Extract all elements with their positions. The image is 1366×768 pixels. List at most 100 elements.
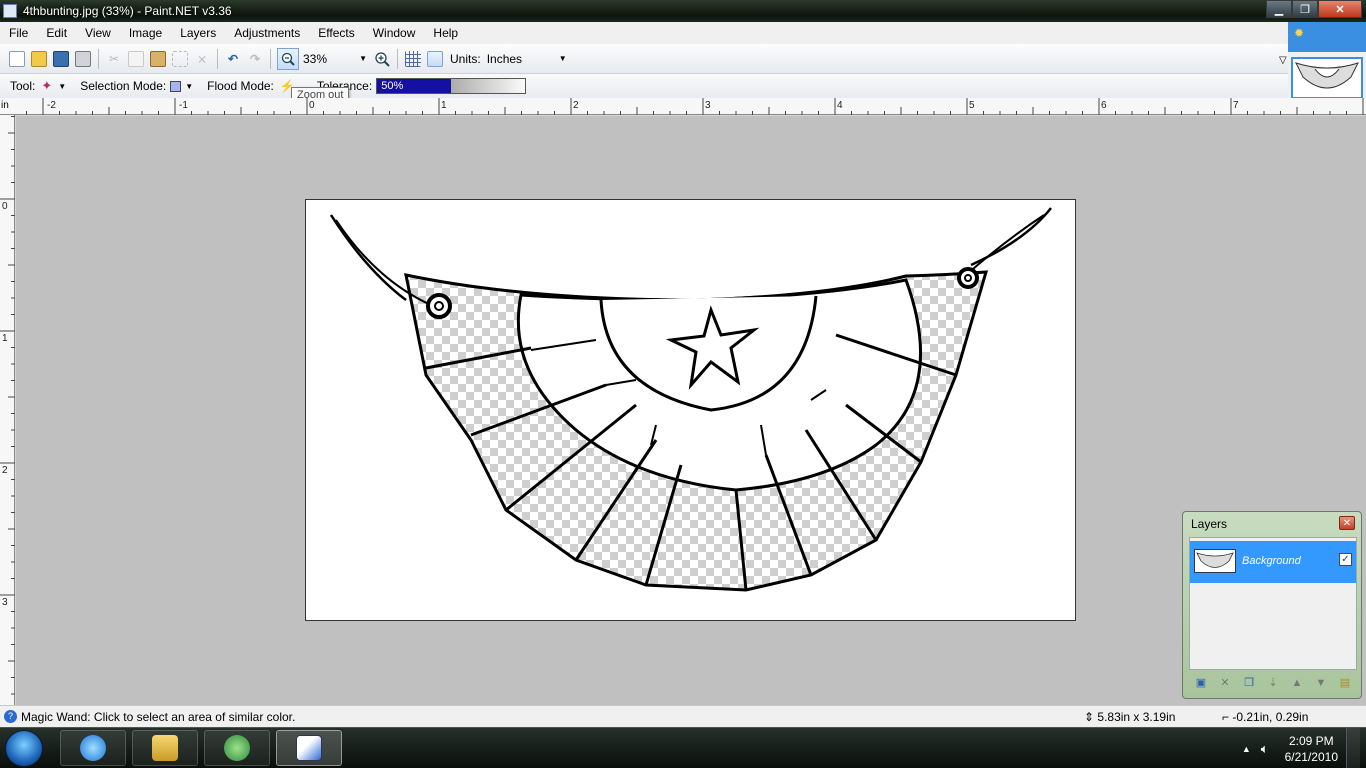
ruler-label: 3 (705, 100, 711, 111)
filter-icon[interactable]: ▽ (1279, 55, 1287, 66)
ruler-label: 2 (573, 100, 579, 111)
move-layer-down-icon[interactable]: ▼ (1314, 676, 1328, 690)
units-value: Inches (486, 51, 523, 66)
start-button[interactable] (5, 730, 43, 767)
zoom-in-icon[interactable] (374, 51, 390, 67)
units-label: Units: (450, 51, 481, 66)
units-combo[interactable]: Inches ▼ (481, 49, 571, 69)
close-button[interactable]: ✕ (1318, 0, 1362, 18)
chevron-down-icon: ▼ (359, 54, 367, 63)
add-layer-icon[interactable]: ▣ (1194, 676, 1208, 690)
menu-bar: File Edit View Image Layers Adjustments … (0, 22, 1288, 44)
rulers-icon[interactable] (427, 50, 443, 67)
image-size-icon: ⇕ (1084, 710, 1098, 724)
show-hidden-icons-icon[interactable]: ▲ (1242, 744, 1251, 754)
cursor-position-readout: ⌐ -0.21in, 0.29in (1222, 710, 1308, 724)
layer-visibility-checkbox[interactable]: ✓ (1339, 553, 1352, 566)
close-icon[interactable]: ✕ (1339, 516, 1355, 530)
save-icon[interactable] (53, 50, 69, 67)
zoom-combo[interactable]: 33% ▼ (299, 49, 371, 69)
magic-wand-icon[interactable]: ✦ (41, 78, 52, 94)
cursor-position-icon: ⌐ (1222, 710, 1233, 724)
volume-icon[interactable]: 🔈︎ (1261, 741, 1269, 757)
zoom-out-button[interactable] (277, 47, 299, 70)
window-controls: ▁ ❐ ✕ (1266, 0, 1362, 18)
layer-properties-icon[interactable]: ▤ (1338, 676, 1352, 690)
move-layer-up-icon[interactable]: ▲ (1290, 676, 1304, 690)
toolbar-separator (270, 48, 271, 69)
maximize-button[interactable]: ❐ (1292, 0, 1318, 18)
vertical-ruler: 0 1 2 3 (0, 115, 15, 705)
duplicate-layer-icon[interactable]: ❐ (1242, 676, 1256, 690)
internet-explorer-icon (80, 735, 106, 761)
cut-icon[interactable]: ✂ (106, 51, 122, 67)
show-desktop-button[interactable] (1346, 728, 1360, 768)
layers-title: Layers (1191, 517, 1228, 531)
redo-icon[interactable]: ↷ (247, 51, 263, 67)
help-icon: ? (4, 710, 17, 723)
menu-effects[interactable]: Effects (309, 26, 363, 40)
chevron-down-icon[interactable]: ▼ (185, 82, 193, 91)
taskbar-messenger[interactable] (204, 730, 270, 766)
paste-icon[interactable] (150, 50, 166, 67)
copy-icon[interactable] (128, 50, 144, 67)
ruler-label: 0 (2, 201, 8, 212)
menu-view[interactable]: View (76, 26, 120, 40)
menu-adjustments[interactable]: Adjustments (225, 26, 309, 40)
grid-icon[interactable] (405, 50, 421, 67)
menu-layers[interactable]: Layers (171, 26, 225, 40)
image-list: ✹ ▽ (1279, 22, 1366, 100)
delete-layer-icon[interactable]: ✕ (1218, 676, 1232, 690)
windows-explorer-icon (152, 735, 178, 761)
toolbar-separator (98, 48, 99, 69)
ruler-label: 5 (969, 100, 975, 111)
flood-mode-label: Flood Mode: (207, 79, 274, 93)
tolerance-slider[interactable]: 50% (376, 78, 527, 94)
crop-icon[interactable] (172, 50, 188, 67)
ruler-label: -1 (179, 100, 188, 111)
minimize-button[interactable]: ▁ (1266, 0, 1292, 18)
deselect-icon[interactable]: ⨯ (194, 51, 210, 67)
layers-list: Background ✓ (1189, 537, 1357, 670)
merge-layer-down-icon[interactable]: ⇣ (1266, 676, 1280, 690)
menu-edit[interactable]: Edit (37, 26, 76, 40)
menu-image[interactable]: Image (120, 26, 171, 40)
windows-taskbar: ▲ 🔈︎ 2:09 PM 6/21/2010 (0, 727, 1366, 768)
ruler-label: 1 (2, 333, 8, 344)
zoom-out-icon (281, 52, 295, 66)
tolerance-value: 50% (381, 80, 404, 92)
image-thumbnail[interactable] (1291, 57, 1363, 99)
print-icon[interactable] (75, 50, 91, 67)
sun-icon: ✹ (1294, 26, 1305, 40)
menu-file[interactable]: File (0, 26, 37, 40)
title-bar: 4thbunting.jpg (33%) - Paint.NET v3.36 ▁… (0, 0, 1366, 22)
new-icon[interactable] (9, 50, 25, 67)
taskbar-internet-explorer[interactable] (60, 730, 126, 766)
open-icon[interactable] (31, 50, 47, 67)
horizontal-ruler-ticks (26, 98, 1364, 115)
clock-date: 6/21/2010 (1284, 749, 1338, 764)
ruler-label: 1 (441, 100, 447, 111)
menu-help[interactable]: Help (424, 26, 467, 40)
ruler-label: -2 (47, 100, 56, 111)
clock[interactable]: 2:09 PM 6/21/2010 (1285, 733, 1338, 765)
layer-row[interactable]: Background ✓ (1190, 541, 1356, 583)
taskbar-windows-explorer[interactable] (132, 730, 198, 766)
canvas-workspace[interactable] (16, 116, 1366, 705)
tool-options-bar: Tool: ✦ ▼ Selection Mode: ▼ Flood Mode: … (0, 74, 1288, 98)
tool-label: Tool: (10, 79, 36, 93)
ruler-label: 2 (2, 465, 8, 476)
paint-net-app-icon[interactable] (3, 4, 17, 18)
status-bar: ? Magic Wand: Click to select an area of… (0, 705, 1366, 727)
image-size-readout: ⇕ 5.83in x 3.19in (1084, 710, 1175, 724)
ruler-label: 4 (837, 100, 843, 111)
menu-window[interactable]: Window (364, 26, 425, 40)
messenger-icon (224, 735, 250, 761)
chevron-down-icon[interactable]: ▼ (58, 82, 66, 91)
zoom-value: 33% (303, 51, 328, 66)
image-size-value: 5.83in x 3.19in (1097, 710, 1176, 724)
selection-mode-icon[interactable] (170, 80, 182, 92)
image-canvas[interactable] (305, 199, 1076, 621)
undo-icon[interactable]: ↶ (225, 51, 241, 67)
taskbar-paint-net[interactable] (276, 730, 342, 766)
